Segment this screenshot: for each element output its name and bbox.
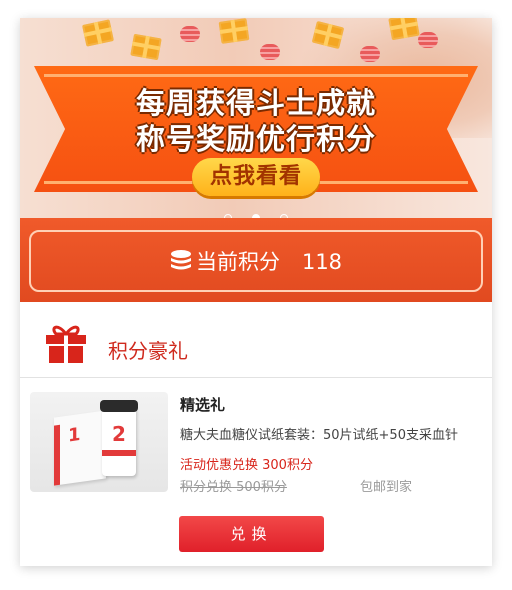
redeem-button[interactable]: 兑换 [179,516,324,552]
coin-decoration-icon [180,26,200,42]
product-original-price: 积分兑换 500积分 [180,480,287,495]
page-card: 每周获得斗士成就 称号奖励优行积分 点我看看 当前积分 118 积分豪礼 1 2… [20,18,492,566]
product-shipping: 包邮到家 [360,480,413,495]
gift-decoration-icon [218,18,250,44]
gift-decoration-icon [82,19,114,47]
banner-headline-2: 称号奖励优行积分 [135,122,376,156]
promo-banner[interactable]: 每周获得斗士成就 称号奖励优行积分 点我看看 [20,18,492,223]
test-strip-box: 1 [54,410,106,486]
gift-decoration-icon [130,33,162,61]
coin-decoration-icon [418,32,438,48]
section-title: 积分豪礼 [108,339,188,363]
product-name[interactable]: 精选礼 [180,394,225,415]
points-display: 当前积分 118 [20,248,492,278]
coin-decoration-icon [260,44,280,60]
points-label: 当前积分 [195,250,280,274]
coin-stack-icon [170,249,192,278]
product-description: 糖大夫血糖仪试纸套装：50片试纸+50支采血针 [180,428,458,443]
section-header: 积分豪礼 [20,313,492,378]
test-strip-vial: 2 [100,400,138,476]
points-value: 118 [301,250,343,274]
gift-icon [44,321,88,369]
product-image[interactable]: 1 2 [30,392,168,492]
coin-decoration-icon [360,46,380,62]
product-promo-price: 活动优惠兑换 300积分 [180,458,313,473]
banner-cta-button[interactable]: 点我看看 [192,158,320,196]
